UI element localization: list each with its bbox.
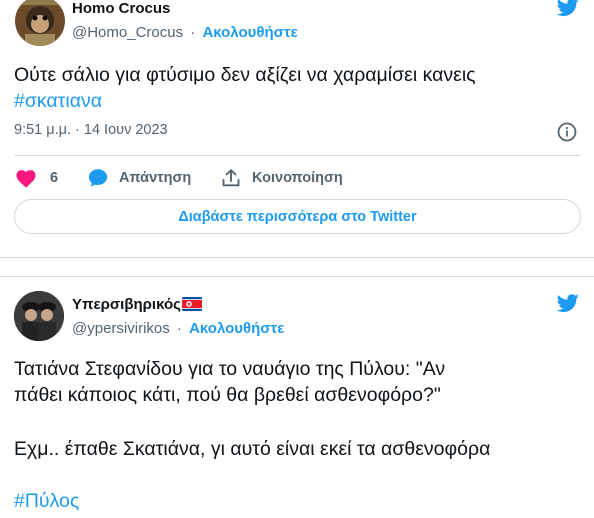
north-korea-flag-icon [181, 297, 202, 315]
hashtag-link[interactable]: #Πύλος [14, 488, 79, 514]
hashtag-link[interactable]: #σκατιανα [14, 88, 476, 114]
author-handle-row: @Homo_Crocus · Ακολουθήστε [72, 24, 298, 41]
twitter-bird-icon[interactable] [555, 292, 581, 314]
author-name-row: Υπερσιβηρικός [72, 296, 202, 315]
tweet-text-line: πάθει κάποιος κάτι, πού θα βρεθεί ασθενο… [14, 384, 441, 406]
tweet-hashtag-paragraph: #Πύλος [14, 488, 79, 514]
tweet-text-line: Ούτε σάλιο για φτύσιμο δεν αξίζει να χαρ… [14, 64, 476, 86]
like-action[interactable]: 6 [15, 166, 58, 190]
author-handle[interactable]: @Homo_Crocus [72, 24, 183, 41]
author-handle[interactable]: @ypersivirikos [72, 320, 170, 337]
tweet-card-1: Homo Crocus @Homo_Crocus · Ακολουθήστε Ο… [0, 0, 594, 258]
tweet-text-paragraph: Εχμ.. έπαθε Σκατιάνα, γι αυτό είναι εκεί… [14, 436, 490, 462]
avatar[interactable] [15, 0, 65, 46]
separator-dot: · [190, 24, 196, 41]
card-gap [0, 258, 594, 276]
speech-bubble-icon [87, 167, 109, 189]
follow-button[interactable]: Ακολουθήστε [189, 320, 284, 337]
share-upload-icon [221, 168, 241, 188]
author-handle-row: @ypersivirikos · Ακολουθήστε [72, 320, 284, 337]
reply-action[interactable]: Απάντηση [87, 166, 191, 190]
heart-icon [15, 168, 37, 188]
info-icon[interactable] [557, 122, 577, 142]
timestamp[interactable]: 9:51 μ.μ. · 14 Ιουν 2023 [14, 122, 168, 138]
share-action[interactable]: Κοινοποίηση [221, 166, 343, 190]
share-label: Κοινοποίηση [252, 170, 343, 186]
tweet-text-line: Τατιάνα Στεφανίδου για το ναυάγιο της Πύ… [14, 358, 446, 380]
tweet-text-line: Εχμ.. έπαθε Σκατιάνα, γι αυτό είναι εκεί… [14, 438, 491, 460]
twitter-bird-icon[interactable] [555, 0, 581, 18]
separator-dot: · [176, 320, 182, 337]
avatar-monkey-image [15, 0, 65, 46]
avatar[interactable] [14, 291, 64, 341]
author-name[interactable]: Homo Crocus [72, 0, 170, 17]
like-count: 6 [50, 170, 59, 186]
divider [14, 155, 580, 156]
follow-button[interactable]: Ακολουθήστε [202, 24, 297, 41]
tweet-text: Ούτε σάλιο για φτύσιμο δεν αξίζει να χαρ… [14, 62, 476, 114]
reply-label: Απάντηση [119, 170, 192, 186]
avatar-portrait-image [14, 291, 64, 341]
read-more-button[interactable]: Διαβάστε περισσότερα στο Twitter [14, 199, 581, 234]
tweet-text: Τατιάνα Στεφανίδου για το ναυάγιο της Πύ… [14, 356, 445, 408]
author-name[interactable]: Υπερσιβηρικός [72, 296, 181, 313]
